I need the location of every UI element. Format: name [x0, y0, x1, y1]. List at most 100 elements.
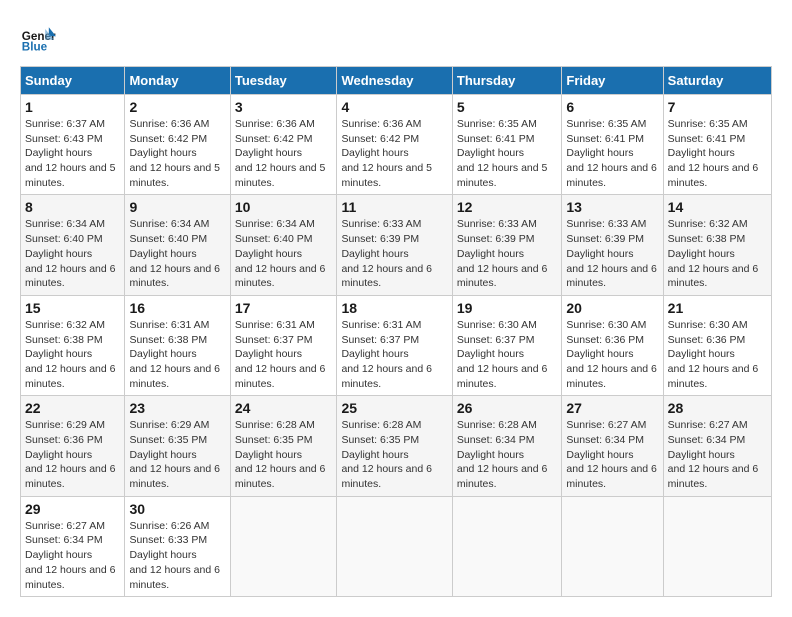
day-number: 15 — [25, 300, 120, 316]
day-detail: Sunrise: 6:35 AM Sunset: 6:41 PM Dayligh… — [668, 117, 767, 190]
day-detail: Sunrise: 6:34 AM Sunset: 6:40 PM Dayligh… — [129, 217, 225, 290]
calendar-cell: 11 Sunrise: 6:33 AM Sunset: 6:39 PM Dayl… — [337, 195, 452, 295]
week-row-2: 8 Sunrise: 6:34 AM Sunset: 6:40 PM Dayli… — [21, 195, 772, 295]
day-detail: Sunrise: 6:27 AM Sunset: 6:34 PM Dayligh… — [25, 519, 120, 592]
day-number: 2 — [129, 99, 225, 115]
calendar-cell: 20 Sunrise: 6:30 AM Sunset: 6:36 PM Dayl… — [562, 295, 663, 395]
day-detail: Sunrise: 6:27 AM Sunset: 6:34 PM Dayligh… — [668, 418, 767, 491]
day-detail: Sunrise: 6:34 AM Sunset: 6:40 PM Dayligh… — [25, 217, 120, 290]
day-detail: Sunrise: 6:35 AM Sunset: 6:41 PM Dayligh… — [457, 117, 558, 190]
day-number: 21 — [668, 300, 767, 316]
day-number: 9 — [129, 199, 225, 215]
calendar-cell: 26 Sunrise: 6:28 AM Sunset: 6:34 PM Dayl… — [452, 396, 562, 496]
day-number: 27 — [566, 400, 658, 416]
day-detail: Sunrise: 6:33 AM Sunset: 6:39 PM Dayligh… — [566, 217, 658, 290]
day-number: 11 — [341, 199, 447, 215]
calendar-cell: 23 Sunrise: 6:29 AM Sunset: 6:35 PM Dayl… — [125, 396, 230, 496]
week-row-3: 15 Sunrise: 6:32 AM Sunset: 6:38 PM Dayl… — [21, 295, 772, 395]
day-detail: Sunrise: 6:33 AM Sunset: 6:39 PM Dayligh… — [341, 217, 447, 290]
day-number: 3 — [235, 99, 333, 115]
calendar-cell: 19 Sunrise: 6:30 AM Sunset: 6:37 PM Dayl… — [452, 295, 562, 395]
day-detail: Sunrise: 6:28 AM Sunset: 6:35 PM Dayligh… — [235, 418, 333, 491]
col-header-monday: Monday — [125, 67, 230, 95]
week-row-4: 22 Sunrise: 6:29 AM Sunset: 6:36 PM Dayl… — [21, 396, 772, 496]
calendar-cell: 30 Sunrise: 6:26 AM Sunset: 6:33 PM Dayl… — [125, 496, 230, 596]
day-number: 26 — [457, 400, 558, 416]
calendar-cell: 24 Sunrise: 6:28 AM Sunset: 6:35 PM Dayl… — [230, 396, 337, 496]
calendar-cell: 14 Sunrise: 6:32 AM Sunset: 6:38 PM Dayl… — [663, 195, 771, 295]
calendar-cell: 7 Sunrise: 6:35 AM Sunset: 6:41 PM Dayli… — [663, 95, 771, 195]
logo-icon: General Blue — [20, 20, 56, 56]
calendar-cell: 28 Sunrise: 6:27 AM Sunset: 6:34 PM Dayl… — [663, 396, 771, 496]
day-number: 23 — [129, 400, 225, 416]
day-detail: Sunrise: 6:27 AM Sunset: 6:34 PM Dayligh… — [566, 418, 658, 491]
day-detail: Sunrise: 6:32 AM Sunset: 6:38 PM Dayligh… — [25, 318, 120, 391]
day-number: 8 — [25, 199, 120, 215]
calendar-cell: 25 Sunrise: 6:28 AM Sunset: 6:35 PM Dayl… — [337, 396, 452, 496]
day-detail: Sunrise: 6:30 AM Sunset: 6:36 PM Dayligh… — [566, 318, 658, 391]
header-row: SundayMondayTuesdayWednesdayThursdayFrid… — [21, 67, 772, 95]
col-header-friday: Friday — [562, 67, 663, 95]
calendar-cell: 29 Sunrise: 6:27 AM Sunset: 6:34 PM Dayl… — [21, 496, 125, 596]
day-detail: Sunrise: 6:28 AM Sunset: 6:34 PM Dayligh… — [457, 418, 558, 491]
calendar-cell — [230, 496, 337, 596]
day-number: 6 — [566, 99, 658, 115]
logo: General Blue — [20, 20, 62, 56]
calendar-cell: 21 Sunrise: 6:30 AM Sunset: 6:36 PM Dayl… — [663, 295, 771, 395]
day-detail: Sunrise: 6:31 AM Sunset: 6:37 PM Dayligh… — [235, 318, 333, 391]
calendar-cell: 17 Sunrise: 6:31 AM Sunset: 6:37 PM Dayl… — [230, 295, 337, 395]
day-number: 4 — [341, 99, 447, 115]
col-header-sunday: Sunday — [21, 67, 125, 95]
day-detail: Sunrise: 6:28 AM Sunset: 6:35 PM Dayligh… — [341, 418, 447, 491]
calendar-cell: 6 Sunrise: 6:35 AM Sunset: 6:41 PM Dayli… — [562, 95, 663, 195]
calendar-cell: 27 Sunrise: 6:27 AM Sunset: 6:34 PM Dayl… — [562, 396, 663, 496]
day-detail: Sunrise: 6:33 AM Sunset: 6:39 PM Dayligh… — [457, 217, 558, 290]
day-detail: Sunrise: 6:26 AM Sunset: 6:33 PM Dayligh… — [129, 519, 225, 592]
day-detail: Sunrise: 6:36 AM Sunset: 6:42 PM Dayligh… — [129, 117, 225, 190]
day-number: 1 — [25, 99, 120, 115]
day-number: 7 — [668, 99, 767, 115]
day-detail: Sunrise: 6:32 AM Sunset: 6:38 PM Dayligh… — [668, 217, 767, 290]
calendar-cell: 5 Sunrise: 6:35 AM Sunset: 6:41 PM Dayli… — [452, 95, 562, 195]
day-detail: Sunrise: 6:35 AM Sunset: 6:41 PM Dayligh… — [566, 117, 658, 190]
col-header-wednesday: Wednesday — [337, 67, 452, 95]
day-detail: Sunrise: 6:36 AM Sunset: 6:42 PM Dayligh… — [341, 117, 447, 190]
col-header-tuesday: Tuesday — [230, 67, 337, 95]
day-number: 29 — [25, 501, 120, 517]
day-number: 25 — [341, 400, 447, 416]
day-number: 19 — [457, 300, 558, 316]
calendar-cell — [562, 496, 663, 596]
svg-text:Blue: Blue — [22, 41, 48, 54]
calendar-cell: 15 Sunrise: 6:32 AM Sunset: 6:38 PM Dayl… — [21, 295, 125, 395]
calendar-cell: 10 Sunrise: 6:34 AM Sunset: 6:40 PM Dayl… — [230, 195, 337, 295]
day-number: 12 — [457, 199, 558, 215]
calendar-cell: 2 Sunrise: 6:36 AM Sunset: 6:42 PM Dayli… — [125, 95, 230, 195]
day-number: 30 — [129, 501, 225, 517]
day-detail: Sunrise: 6:31 AM Sunset: 6:38 PM Dayligh… — [129, 318, 225, 391]
calendar-cell — [452, 496, 562, 596]
day-number: 28 — [668, 400, 767, 416]
day-number: 13 — [566, 199, 658, 215]
day-detail: Sunrise: 6:30 AM Sunset: 6:37 PM Dayligh… — [457, 318, 558, 391]
day-number: 24 — [235, 400, 333, 416]
calendar-cell: 16 Sunrise: 6:31 AM Sunset: 6:38 PM Dayl… — [125, 295, 230, 395]
day-detail: Sunrise: 6:29 AM Sunset: 6:36 PM Dayligh… — [25, 418, 120, 491]
day-number: 10 — [235, 199, 333, 215]
day-number: 17 — [235, 300, 333, 316]
calendar-cell: 22 Sunrise: 6:29 AM Sunset: 6:36 PM Dayl… — [21, 396, 125, 496]
week-row-5: 29 Sunrise: 6:27 AM Sunset: 6:34 PM Dayl… — [21, 496, 772, 596]
day-detail: Sunrise: 6:31 AM Sunset: 6:37 PM Dayligh… — [341, 318, 447, 391]
day-number: 22 — [25, 400, 120, 416]
calendar-cell: 3 Sunrise: 6:36 AM Sunset: 6:42 PM Dayli… — [230, 95, 337, 195]
calendar-cell: 1 Sunrise: 6:37 AM Sunset: 6:43 PM Dayli… — [21, 95, 125, 195]
day-number: 18 — [341, 300, 447, 316]
calendar-cell: 8 Sunrise: 6:34 AM Sunset: 6:40 PM Dayli… — [21, 195, 125, 295]
day-number: 14 — [668, 199, 767, 215]
calendar-cell — [337, 496, 452, 596]
day-detail: Sunrise: 6:30 AM Sunset: 6:36 PM Dayligh… — [668, 318, 767, 391]
calendar-table: SundayMondayTuesdayWednesdayThursdayFrid… — [20, 66, 772, 597]
week-row-1: 1 Sunrise: 6:37 AM Sunset: 6:43 PM Dayli… — [21, 95, 772, 195]
day-detail: Sunrise: 6:29 AM Sunset: 6:35 PM Dayligh… — [129, 418, 225, 491]
calendar-cell — [663, 496, 771, 596]
day-number: 5 — [457, 99, 558, 115]
